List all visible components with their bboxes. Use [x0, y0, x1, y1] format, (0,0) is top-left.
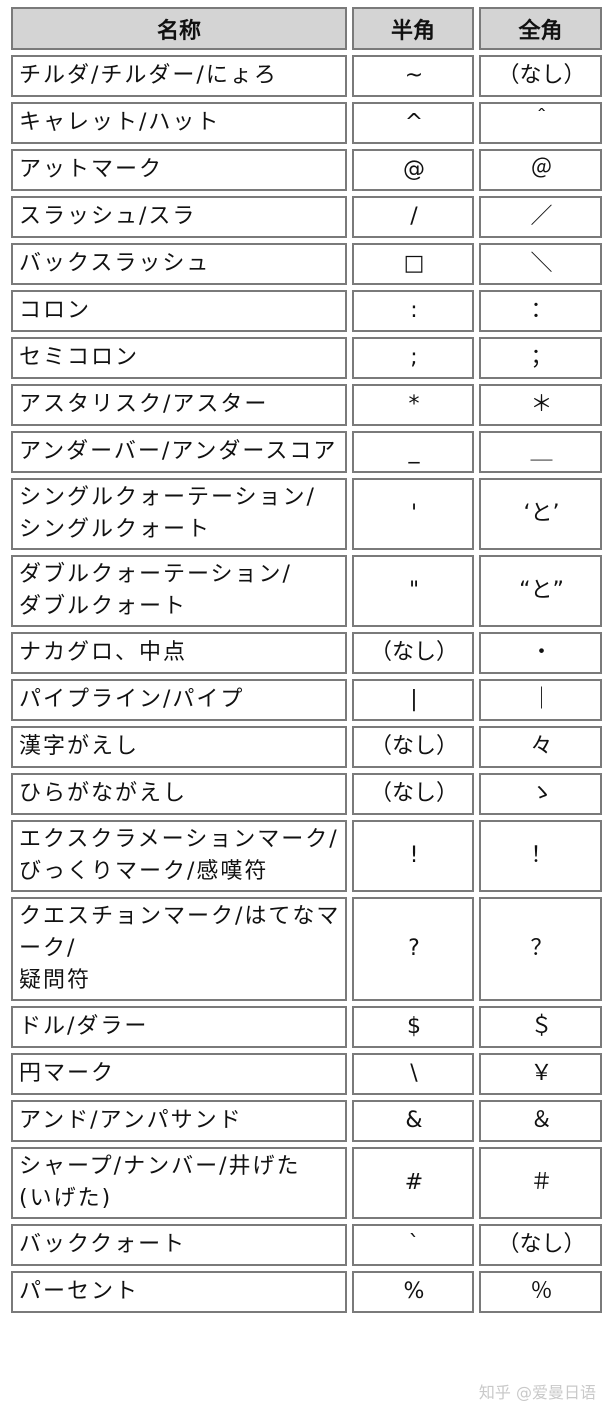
half-width-cell: □: [352, 243, 474, 285]
table-row: アスタリスク/アスター * ＊: [11, 384, 602, 426]
half-width-cell: ^: [352, 102, 474, 144]
table-row: エクスクラメーションマーク/ びっくりマーク/感嘆符!！: [11, 820, 602, 892]
symbol-name-cell: ひらがながえし: [11, 773, 347, 815]
full-width-cell: ＊: [479, 384, 602, 426]
half-width-cell: |: [352, 679, 474, 721]
symbol-name-cell: クエスチョンマーク/はてなマーク/ 疑問符: [11, 897, 347, 1001]
half-width-cell: *: [352, 384, 474, 426]
half-width-cell: :: [352, 290, 474, 332]
table-row: バッククォート ` （なし）: [11, 1224, 602, 1266]
table-row: シングルクォーテーション/ シングルクォート ' ‘と’: [11, 478, 602, 550]
half-width-cell: ': [352, 478, 474, 550]
half-width-cell: %: [352, 1271, 474, 1313]
full-width-cell: ＾: [479, 102, 602, 144]
symbol-name-cell: アンダーバー/アンダースコア: [11, 431, 347, 473]
full-width-cell: ＃: [479, 1147, 602, 1219]
symbol-name-cell: パイプライン/パイプ: [11, 679, 347, 721]
full-width-cell: ￥: [479, 1053, 602, 1095]
symbol-name-cell: 漢字がえし: [11, 726, 347, 768]
half-width-cell: ?: [352, 897, 474, 1001]
header-row: 名称 半角 全角: [11, 7, 602, 50]
half-width-cell: ~: [352, 55, 474, 97]
table-row: セミコロン;；: [11, 337, 602, 379]
symbol-name-cell: エクスクラメーションマーク/ びっくりマーク/感嘆符: [11, 820, 347, 892]
table-row: スラッシュ/スラ / ／: [11, 196, 602, 238]
full-width-cell: ；: [479, 337, 602, 379]
table-row: パイプライン/パイプ | ｜: [11, 679, 602, 721]
table-row: 円マーク \ ￥: [11, 1053, 602, 1095]
half-width-cell: !: [352, 820, 474, 892]
header-full-width: 全角: [479, 7, 602, 50]
half-width-cell: （なし）: [352, 726, 474, 768]
table-row: パーセント% ％: [11, 1271, 602, 1313]
half-width-cell: #: [352, 1147, 474, 1219]
full-width-cell: 々: [479, 726, 602, 768]
symbol-name-cell: ドル/ダラー: [11, 1006, 347, 1048]
half-width-cell: ": [352, 555, 474, 627]
table-row: クエスチョンマーク/はてなマーク/ 疑問符?？: [11, 897, 602, 1001]
table-row: ナカグロ、中点 （なし）・: [11, 632, 602, 674]
table-row: キャレット/ハット ^ ＾: [11, 102, 602, 144]
table-row: ひらがながえし （なし）ゝ: [11, 773, 602, 815]
table-row: チルダ/チルダー/にょろ ~ （なし）: [11, 55, 602, 97]
symbol-name-cell: アスタリスク/アスター: [11, 384, 347, 426]
half-width-cell: \: [352, 1053, 474, 1095]
full-width-cell: （なし）: [479, 1224, 602, 1266]
table-row: アットマーク @ ＠: [11, 149, 602, 191]
full-width-cell: ＠: [479, 149, 602, 191]
full-width-cell: （なし）: [479, 55, 602, 97]
half-width-cell: _: [352, 431, 474, 473]
table-row: ダブルクォーテーション/ ダブルクォート " “と”: [11, 555, 602, 627]
half-width-cell: `: [352, 1224, 474, 1266]
table-row: シャープ/ナンバー/井げた (いげた) # ＃: [11, 1147, 602, 1219]
full-width-cell: ＿: [479, 431, 602, 473]
symbol-name-cell: コロン: [11, 290, 347, 332]
symbol-name-cell: ナカグロ、中点: [11, 632, 347, 674]
full-width-cell: ・: [479, 632, 602, 674]
symbol-name-cell: バックスラッシュ: [11, 243, 347, 285]
full-width-cell: ！: [479, 820, 602, 892]
full-width-cell: ＆: [479, 1100, 602, 1142]
symbol-name-cell: アンド/アンパサンド: [11, 1100, 347, 1142]
half-width-cell: （なし）: [352, 773, 474, 815]
symbol-name-cell: シングルクォーテーション/ シングルクォート: [11, 478, 347, 550]
symbol-name-cell: キャレット/ハット: [11, 102, 347, 144]
half-width-cell: ;: [352, 337, 474, 379]
symbol-name-cell: 円マーク: [11, 1053, 347, 1095]
full-width-cell: ？: [479, 897, 602, 1001]
full-width-cell: ＄: [479, 1006, 602, 1048]
watermark: 知乎 @爱曼日语: [478, 1383, 596, 1402]
half-width-cell: /: [352, 196, 474, 238]
full-width-cell: ｜: [479, 679, 602, 721]
table-row: コロン:：: [11, 290, 602, 332]
full-width-cell: ゝ: [479, 773, 602, 815]
symbol-name-cell: スラッシュ/スラ: [11, 196, 347, 238]
table-row: アンド/アンパサンド & ＆: [11, 1100, 602, 1142]
symbol-name-cell: シャープ/ナンバー/井げた (いげた): [11, 1147, 347, 1219]
table-row: バックスラッシュ □ ＼: [11, 243, 602, 285]
half-width-cell: $: [352, 1006, 474, 1048]
symbol-name-cell: ダブルクォーテーション/ ダブルクォート: [11, 555, 347, 627]
half-width-cell: （なし）: [352, 632, 474, 674]
full-width-cell: ：: [479, 290, 602, 332]
full-width-cell: ％: [479, 1271, 602, 1313]
half-width-cell: @: [352, 149, 474, 191]
symbol-name-table: 名称 半角 全角 チルダ/チルダー/にょろ ~ （なし） キャレット/ハット ^ ＾ アット…: [6, 2, 607, 1318]
full-width-cell: ＼: [479, 243, 602, 285]
table-row: 漢字がえし （なし）々: [11, 726, 602, 768]
header-half-width: 半角: [352, 7, 474, 50]
symbol-name-cell: パーセント: [11, 1271, 347, 1313]
table-body: チルダ/チルダー/にょろ ~ （なし） キャレット/ハット ^ ＾ アットマーク @ ＠スラッシ…: [11, 55, 602, 1313]
half-width-cell: &: [352, 1100, 474, 1142]
symbol-name-cell: セミコロン: [11, 337, 347, 379]
symbol-name-cell: バッククォート: [11, 1224, 347, 1266]
symbol-name-cell: チルダ/チルダー/にょろ: [11, 55, 347, 97]
header-name: 名称: [11, 7, 347, 50]
symbol-name-cell: アットマーク: [11, 149, 347, 191]
full-width-cell: ／: [479, 196, 602, 238]
table-row: ドル/ダラー $ ＄: [11, 1006, 602, 1048]
full-width-cell: ‘と’: [479, 478, 602, 550]
table-row: アンダーバー/アンダースコア _ ＿: [11, 431, 602, 473]
full-width-cell: “と”: [479, 555, 602, 627]
